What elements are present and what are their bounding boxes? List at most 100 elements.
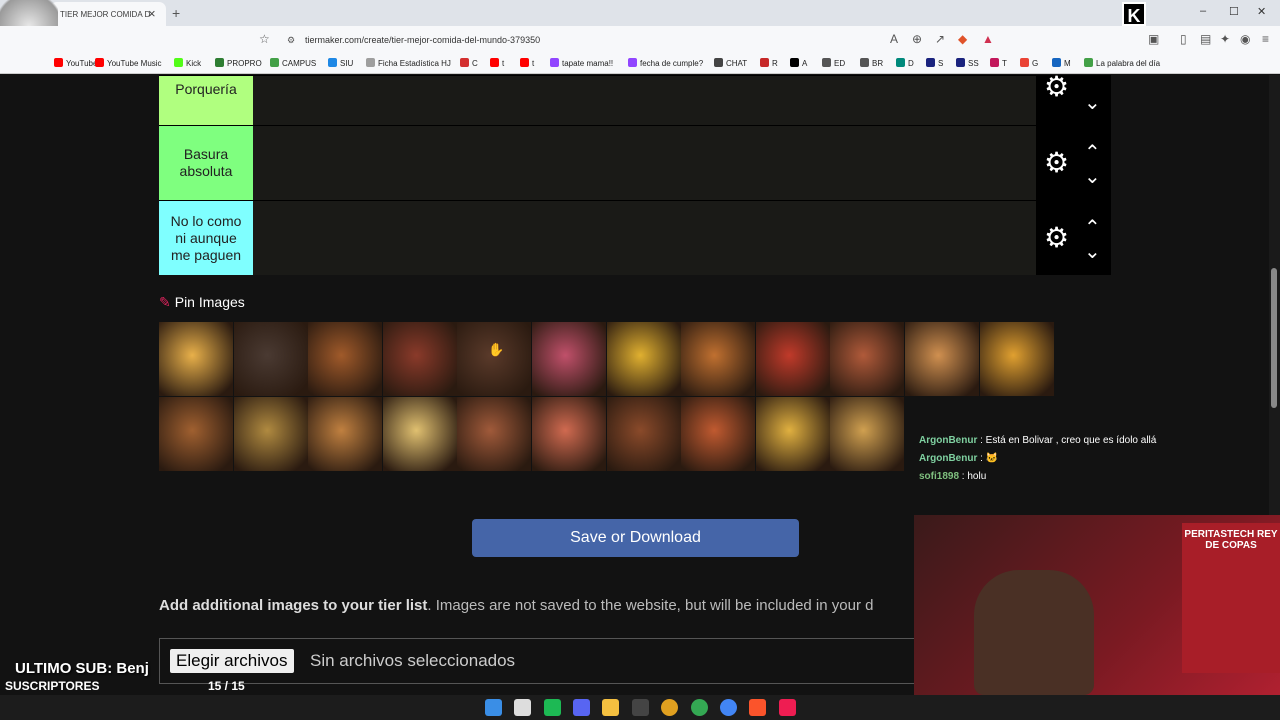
maximize-icon[interactable]: ☐ — [1229, 5, 1239, 18]
food-image-tile[interactable] — [681, 397, 756, 471]
bookmark-item[interactable]: BR — [860, 58, 883, 68]
food-image-tile[interactable] — [905, 322, 979, 396]
bookmark-item[interactable]: SIU — [328, 58, 353, 68]
chevron-down-icon[interactable]: ⌄ — [1084, 239, 1101, 264]
obs-icon[interactable] — [632, 699, 649, 716]
food-image-tile[interactable] — [830, 397, 905, 471]
minimize-icon[interactable]: – — [1200, 5, 1206, 17]
bookmark-item[interactable]: CAMPUS — [270, 58, 316, 68]
food-image-tile[interactable] — [755, 322, 830, 396]
food-image-tile[interactable] — [382, 322, 457, 396]
food-image-tile[interactable] — [606, 397, 681, 471]
discord-icon[interactable] — [573, 699, 590, 716]
tier-label[interactable]: Porquería — [159, 76, 253, 125]
chevron-down-icon[interactable]: ⌄ — [1084, 164, 1101, 189]
food-image-tile[interactable] — [606, 322, 681, 396]
save-download-button[interactable]: Save or Download — [472, 519, 799, 557]
extensions-icon[interactable]: ▣ — [1148, 32, 1159, 46]
bookmark-item[interactable]: G — [1020, 58, 1038, 68]
food-image-tile[interactable] — [159, 322, 233, 396]
brave-rewards-icon[interactable]: ▲ — [982, 32, 994, 46]
gear-icon[interactable]: ⚙ — [1044, 221, 1069, 254]
wallet-icon[interactable]: ▤ — [1200, 32, 1211, 46]
tiktok-icon[interactable] — [779, 699, 796, 716]
mouse-cursor-icon: ✋ — [488, 342, 505, 357]
bookmark-item[interactable]: tapate mama!! — [550, 58, 613, 68]
gear-icon[interactable]: ⚙ — [1044, 70, 1069, 103]
bookmark-icon[interactable]: ☆ — [259, 32, 270, 46]
food-image-tile[interactable] — [755, 397, 830, 471]
chrome-icon[interactable] — [661, 699, 678, 716]
food-image-tile[interactable] — [382, 397, 457, 471]
chat-message: ArgonBenur : Está en Bolivar , creo que … — [915, 434, 1280, 452]
chevron-up-icon[interactable]: ⌃ — [1084, 140, 1101, 165]
tier-label[interactable]: Basura absoluta — [159, 126, 253, 200]
menu-icon[interactable]: ≡ — [1262, 32, 1269, 46]
chat-username: ArgonBenur — [919, 435, 978, 446]
bookmark-favicon-icon — [790, 58, 799, 67]
food-image-tile[interactable] — [457, 322, 532, 396]
translate-icon[interactable]: A — [890, 32, 898, 46]
tab-close-icon[interactable]: × — [148, 6, 156, 21]
vpn-icon[interactable]: ◉ — [1240, 32, 1250, 46]
file-explorer-icon[interactable] — [602, 699, 619, 716]
chevron-up-icon[interactable]: ⌃ — [1084, 215, 1101, 240]
bookmark-item[interactable]: T — [990, 58, 1007, 68]
close-window-icon[interactable]: ✕ — [1257, 5, 1266, 18]
food-image-tile[interactable] — [308, 322, 383, 396]
bookmark-item[interactable]: A — [790, 58, 807, 68]
spotify-icon[interactable] — [544, 699, 561, 716]
bookmark-item[interactable]: ED — [822, 58, 845, 68]
scrollbar-thumb[interactable] — [1271, 268, 1277, 408]
food-image-tile[interactable] — [979, 322, 1054, 396]
bookmark-item[interactable]: M — [1052, 58, 1071, 68]
bookmark-item[interactable]: R — [760, 58, 778, 68]
chrome-icon-3[interactable] — [720, 699, 737, 716]
pin-images-toggle[interactable]: ✎ Pin Images — [159, 294, 245, 311]
food-image-tile[interactable] — [532, 397, 606, 471]
new-tab-icon[interactable]: + — [172, 5, 180, 21]
tier-row-basura[interactable]: Basura absoluta ⚙ ⌃ ⌄ — [159, 125, 1111, 200]
brave-shields-icon[interactable]: ◆ — [958, 32, 967, 46]
food-image-tile[interactable] — [233, 397, 308, 471]
bookmark-item[interactable]: YouTube — [54, 58, 97, 68]
food-image-tile[interactable] — [681, 322, 756, 396]
bookmark-item[interactable]: La palabra del día — [1084, 58, 1160, 68]
share-icon[interactable]: ↗ — [935, 32, 945, 46]
windows-start-icon[interactable] — [485, 699, 502, 716]
brave-icon[interactable] — [749, 699, 766, 716]
tier-label[interactable]: No lo como ni aunque me paguen — [159, 201, 253, 275]
tier-row-no-lo-como[interactable]: No lo como ni aunque me paguen ⚙ ⌃ ⌄ — [159, 200, 1111, 275]
bookmark-item[interactable]: D — [896, 58, 914, 68]
zoom-icon[interactable]: ⊕ — [912, 32, 922, 46]
bookmark-item[interactable]: PROPRO — [215, 58, 262, 68]
food-image-tile[interactable] — [532, 322, 606, 396]
bookmark-label: ED — [834, 59, 846, 68]
food-image-tile[interactable] — [308, 397, 383, 471]
bookmark-item[interactable]: Kick — [174, 58, 201, 68]
choose-files-button[interactable]: Elegir archivos — [170, 649, 294, 673]
bookmark-item[interactable]: fecha de cumple? — [628, 58, 703, 68]
gear-icon[interactable]: ⚙ — [1044, 146, 1069, 179]
leo-icon[interactable]: ✦ — [1220, 32, 1230, 46]
bookmark-item[interactable]: SS — [956, 58, 979, 68]
site-info-icon[interactable]: ⚙ — [287, 35, 295, 46]
tier-controls: ⚙ ⌄ — [1036, 71, 1111, 125]
tier-row-porqueria[interactable]: Porquería ⚙ ⌄ — [159, 71, 1111, 125]
chevron-down-icon[interactable]: ⌄ — [1084, 90, 1101, 115]
bookmark-item[interactable]: S — [926, 58, 943, 68]
search-icon[interactable] — [514, 699, 531, 716]
food-image-tile[interactable] — [159, 397, 233, 471]
chrome-icon-2[interactable] — [691, 699, 708, 716]
food-image-tile[interactable] — [830, 322, 905, 396]
bookmark-item[interactable]: Ficha Estadística HJ — [366, 58, 451, 68]
bookmark-favicon-icon — [822, 58, 831, 67]
bookmark-item[interactable]: t — [490, 58, 504, 68]
bookmark-item[interactable]: YouTube Music — [95, 58, 162, 68]
food-image-tile[interactable] — [457, 397, 532, 471]
bookmark-item[interactable]: t — [520, 58, 534, 68]
bookmark-item[interactable]: C — [460, 58, 478, 68]
bookmark-item[interactable]: CHAT — [714, 58, 747, 68]
food-image-tile[interactable] — [233, 322, 308, 396]
sidebar-icon[interactable]: ▯ — [1180, 32, 1187, 46]
